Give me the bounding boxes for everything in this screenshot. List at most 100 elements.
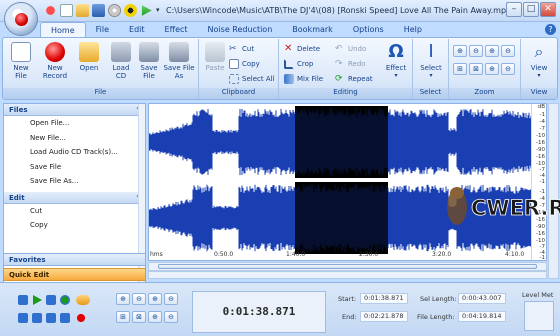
zoom-in-icon[interactable]: ⊕ [148, 293, 162, 305]
favorites-bar[interactable]: Favorites [3, 253, 146, 266]
end-value[interactable]: 0:02:21.878 [360, 311, 408, 322]
save-file-as-item[interactable]: Save File As... [4, 174, 145, 189]
select-button[interactable]: I Select ▾ [417, 42, 445, 80]
redo-button[interactable]: ↷ Redo [335, 58, 366, 70]
undo-button[interactable]: ↶ Undo [335, 43, 366, 55]
new-file-item[interactable]: New File... [4, 131, 145, 146]
quick-edit-bar[interactable]: Quick Edit [3, 268, 146, 281]
zoom-out-icon[interactable]: ⊖ [501, 45, 515, 57]
open-button[interactable]: Open [75, 42, 103, 72]
waveform-channel-left[interactable] [149, 106, 533, 178]
go-end-icon[interactable] [60, 313, 70, 323]
crop-icon [284, 59, 294, 69]
new-file-button[interactable]: New File [7, 42, 35, 80]
waveform-channel-right[interactable] [149, 182, 533, 254]
play-icon[interactable] [33, 295, 42, 305]
vertical-zoom-bar[interactable] [548, 103, 559, 279]
tab-bookmark[interactable]: Bookmark [282, 22, 343, 38]
tab-edit[interactable]: Edit [119, 22, 155, 38]
pause-icon[interactable] [18, 295, 28, 305]
waveform-panel[interactable]: dB -1 -4 -7 -10 -16 -90 -16 -10 -7 -4 -1… [148, 103, 547, 261]
save-icon[interactable] [92, 4, 105, 17]
go-start-icon[interactable] [18, 313, 28, 323]
chevron-down-icon[interactable]: ▾ [156, 4, 164, 17]
save-file-button[interactable]: Save File [135, 42, 163, 80]
select-group: I Select ▾ Select [413, 39, 449, 99]
repeat-button[interactable]: ⟳ Repeat [335, 73, 373, 85]
maximize-button[interactable]: □ [523, 2, 539, 17]
zoom-vertical-out-icon[interactable]: ⊖ [164, 311, 178, 323]
zoom-vertical-out-icon[interactable]: ⊖ [501, 63, 515, 75]
sel-length-value[interactable]: 0:00:43.007 [458, 293, 506, 304]
zoom-in-icon[interactable]: ⊕ [116, 293, 130, 305]
horizontal-scrollbar[interactable] [148, 262, 547, 271]
save-file-item[interactable]: Save File [4, 160, 145, 175]
minimize-button[interactable]: – [506, 2, 522, 17]
fast-forward-icon[interactable] [46, 313, 56, 323]
copy-button[interactable]: Copy [229, 58, 260, 70]
close-button[interactable]: ✕ [540, 2, 556, 17]
stop-icon[interactable] [46, 295, 56, 305]
copy-item[interactable]: Copy [4, 218, 145, 233]
help-icon[interactable]: ? [545, 24, 556, 35]
mix-file-button[interactable]: Mix File [284, 73, 323, 85]
zoom-selection-icon[interactable]: ⊞ [453, 63, 467, 75]
cut-button[interactable]: ✂ Cut [229, 43, 254, 55]
cut-item[interactable]: Cut [4, 204, 145, 219]
save-file-as-button[interactable]: Save File As [163, 42, 195, 80]
record-icon[interactable] [76, 313, 86, 323]
application-menu-button[interactable] [4, 2, 38, 36]
time-tick-label: 2:30.0 [359, 251, 379, 258]
new-file-icon[interactable] [60, 4, 73, 17]
rewind-icon[interactable] [32, 313, 42, 323]
repeat-icon: ⟳ [335, 74, 343, 84]
record-icon[interactable] [44, 4, 57, 17]
record-icon [45, 42, 65, 62]
zoom-scrollbar[interactable] [148, 271, 547, 279]
play-loop-icon[interactable] [60, 295, 70, 305]
zoom-in-icon[interactable]: ⊕ [485, 45, 499, 57]
level-meter-label: Level Met [522, 291, 554, 299]
zoom-vertical-in-icon[interactable]: ⊕ [148, 311, 162, 323]
tab-options[interactable]: Options [343, 22, 394, 38]
files-section-header[interactable]: Files ⌃ [4, 104, 145, 116]
new-record-button[interactable]: New Record [41, 42, 69, 80]
radiation-icon[interactable] [124, 4, 137, 17]
open-folder-icon[interactable] [76, 4, 89, 17]
zoom-out-horizontal-button[interactable]: ⊖ [469, 45, 483, 57]
start-value[interactable]: 0:01:38.871 [360, 293, 408, 304]
zoom-full-icon[interactable]: ⊠ [469, 63, 483, 75]
crop-button[interactable]: Crop [284, 58, 313, 70]
cd-icon[interactable] [108, 4, 121, 17]
zoom-out-icon[interactable]: ⊖ [132, 293, 146, 305]
copy-label: Copy [242, 60, 260, 68]
tab-file[interactable]: File [86, 22, 119, 38]
paste-button[interactable]: Paste [201, 42, 229, 72]
open-file-item[interactable]: Open File... [4, 116, 145, 131]
zoom-in-horizontal-button[interactable]: ⊕ [453, 45, 467, 57]
play-icon[interactable] [141, 5, 152, 16]
view-button[interactable]: ⌕ View ▾ [525, 42, 553, 80]
tab-noise-reduction[interactable]: Noise Reduction [198, 22, 283, 38]
file-length-value[interactable]: 0:04:19.814 [458, 311, 506, 322]
tab-help[interactable]: Help [394, 22, 432, 38]
view-group-label: View [521, 88, 557, 99]
load-cd-button[interactable]: Load CD [107, 42, 135, 80]
tab-effect[interactable]: Effect [155, 22, 198, 38]
zoom-out-icon[interactable]: ⊖ [164, 293, 178, 305]
select-all-button[interactable]: Select All [229, 73, 275, 85]
save-icon [139, 42, 159, 62]
zoom-selection-icon[interactable]: ⊞ [116, 311, 130, 323]
db-tick: -16 [536, 217, 545, 223]
load-audio-cd-item[interactable]: Load Audio CD Track(s)... [4, 145, 145, 160]
edit-section-header[interactable]: Edit ⌃ [4, 191, 145, 204]
loop-icon[interactable] [76, 295, 90, 305]
tab-home[interactable]: Home [40, 22, 86, 38]
sel-length-label: Sel Length: [420, 295, 457, 303]
zoom-full-icon[interactable]: ⊠ [132, 311, 146, 323]
scrollbar-thumb[interactable] [158, 264, 537, 269]
selection-overlay [295, 106, 388, 178]
delete-button[interactable]: ✕ Delete [284, 43, 320, 55]
effect-button[interactable]: Ω Effect ▾ [381, 42, 411, 80]
zoom-vertical-in-icon[interactable]: ⊕ [485, 63, 499, 75]
